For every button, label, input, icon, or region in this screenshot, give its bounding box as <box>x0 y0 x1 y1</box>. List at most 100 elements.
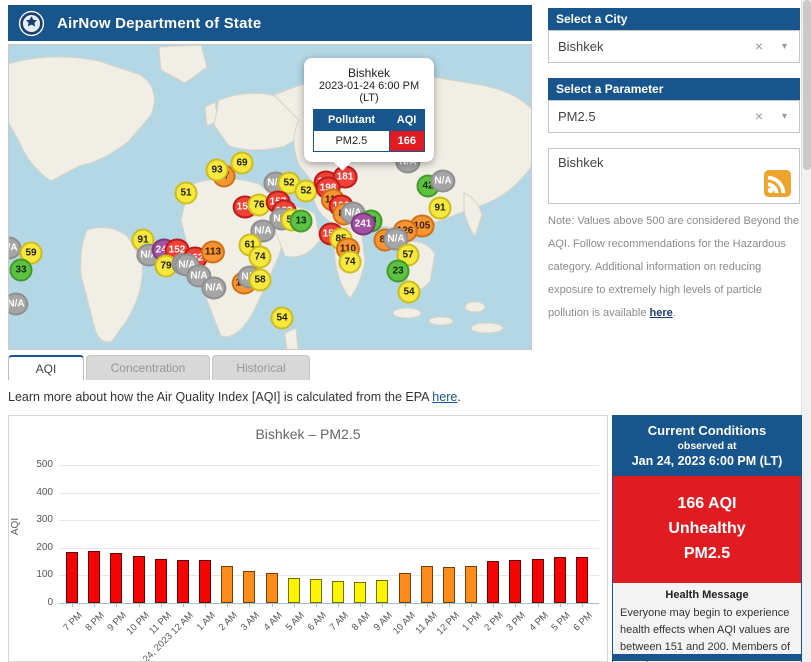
chart-bar-1-am <box>199 560 212 603</box>
chart-bar-4-am <box>265 572 278 603</box>
rss-icon[interactable] <box>764 170 791 197</box>
map-marker-51[interactable]: 51 <box>174 181 198 205</box>
map-marker-na[interactable]: N/A <box>201 276 227 300</box>
x-tick-label: 10 AM <box>390 610 418 637</box>
chart-bar-12-pm <box>442 567 455 603</box>
chart-bar-7-pm <box>66 552 78 603</box>
x-tick-mark <box>182 603 184 607</box>
x-tick-mark <box>293 603 295 607</box>
y-tick-label-200: 200 <box>36 541 53 553</box>
city-select-header: Select a City <box>548 8 800 30</box>
y-tick-label-400: 400 <box>36 486 53 498</box>
tab-concentration[interactable]: Concentration <box>86 355 210 380</box>
gridline-200 <box>59 547 599 549</box>
chart-y-axis-label: AQI <box>10 517 22 536</box>
parameter-select-header: Select a Parameter <box>548 78 800 100</box>
x-tick-label: 6 AM <box>305 610 329 634</box>
map-marker-91[interactable]: 91 <box>428 196 452 220</box>
popup-table: Pollutant AQI PM2.5 166 <box>313 109 426 152</box>
x-tick-mark <box>271 603 273 607</box>
x-tick-mark <box>559 603 561 607</box>
cc-aqi-pollutant: PM2.5 <box>683 544 731 562</box>
chart-bar-5-pm <box>553 557 566 603</box>
chart-bar-6-pm <box>575 557 588 603</box>
feed-box[interactable]: Bishkek <box>548 148 800 204</box>
feed-box-text: Bishkek <box>558 155 604 170</box>
map-marker-13[interactable]: 13 <box>289 209 313 233</box>
note-text-after: . <box>672 307 676 320</box>
chart-bar-9-pm <box>110 553 123 603</box>
map-marker-54[interactable]: 54 <box>397 280 421 304</box>
x-tick-mark <box>160 603 162 607</box>
parameter-caret-icon[interactable]: ▾ <box>782 101 787 132</box>
popup-pollutant-value: PM2.5 <box>313 130 390 152</box>
x-tick-mark <box>382 603 384 607</box>
x-tick-mark <box>249 603 251 607</box>
note-text-before: Note: Values above 500 are considered Be… <box>548 215 800 320</box>
map-marker-74[interactable]: 74 <box>248 245 272 269</box>
x-tick-mark <box>315 603 317 607</box>
y-tick-label-500: 500 <box>36 459 53 470</box>
x-tick-label: 8 AM <box>349 610 373 634</box>
x-tick-label: 1 AM <box>194 610 218 634</box>
parameter-clear-icon[interactable]: × <box>755 101 763 132</box>
chart-bar-2-am <box>221 566 234 603</box>
y-tick-label-0: 0 <box>47 597 53 608</box>
city-select-value: Bishkek <box>558 39 604 54</box>
page-scrollbar[interactable] <box>801 0 811 662</box>
gridline-0 <box>59 603 599 604</box>
cc-title: Current Conditions <box>647 423 767 438</box>
gridline-400 <box>59 492 599 494</box>
popup-city: Bishkek <box>347 66 391 80</box>
note-text: Note: Values above 500 are considered Be… <box>548 210 802 325</box>
x-tick-label: 5 PM <box>549 610 573 634</box>
x-tick-label: 6 PM <box>571 610 595 634</box>
chart-bar-4-pm <box>531 558 544 603</box>
x-tick-label: 1 PM <box>460 610 484 634</box>
tab-aqi[interactable]: AQI <box>8 355 84 380</box>
map-marker-23[interactable]: 23 <box>386 259 410 283</box>
x-tick-mark <box>360 603 362 607</box>
x-tick-label: 7 AM <box>327 610 351 634</box>
aqi-bar-chart: Bishkek – PM2.5 AQI 500 400 300 200 100 0 7 PM… <box>8 415 608 662</box>
cc-aqi-value: 166 AQI <box>677 495 737 512</box>
current-conditions-panel: Current Conditions observed at Jan 24, 2… <box>612 415 802 662</box>
chart-bar-11-pm <box>154 558 167 603</box>
city-select[interactable]: Bishkek × ▾ <box>548 30 800 63</box>
map-marker-54[interactable]: 54 <box>270 306 294 330</box>
map-marker-113[interactable]: 113 <box>200 240 226 264</box>
learn-more-before: Learn more about how the Air Quality Ind… <box>8 390 433 404</box>
map-marker-58[interactable]: 58 <box>248 268 272 292</box>
x-tick-mark <box>94 603 96 607</box>
map-marker-na[interactable]: N/A <box>430 169 456 193</box>
map-marker-33[interactable]: 33 <box>9 258 33 282</box>
chart-bar-2-pm <box>487 561 500 603</box>
map-marker-241[interactable]: 241 <box>350 212 376 236</box>
world-map[interactable]: N/A5933N/A5197936991N/A24315279N/A162N/A… <box>8 44 532 350</box>
x-tick-label: 12 PM <box>434 610 462 638</box>
cc-health-header: Health Message <box>665 589 749 602</box>
x-tick-mark <box>471 603 473 607</box>
tab-historical[interactable]: Historical <box>212 355 310 380</box>
parameter-select[interactable]: PM2.5 × ▾ <box>548 100 800 133</box>
x-tick-mark <box>581 603 583 607</box>
x-tick-mark <box>138 603 140 607</box>
learn-more-here-link[interactable]: here <box>432 390 457 404</box>
map-marker-74[interactable]: 74 <box>338 250 362 274</box>
city-caret-icon[interactable]: ▾ <box>782 31 787 62</box>
app-title: AirNow Department of State <box>57 14 262 32</box>
parameter-select-value: PM2.5 <box>558 109 596 124</box>
x-tick-label: 8 PM <box>83 610 107 634</box>
gridline-300 <box>59 520 599 522</box>
note-here-link[interactable]: here <box>650 307 673 319</box>
city-clear-icon[interactable]: × <box>755 31 763 62</box>
x-tick-mark <box>448 603 450 607</box>
x-tick-label: 11 AM <box>413 610 440 637</box>
map-marker-69[interactable]: 69 <box>230 151 254 175</box>
learn-more-text: Learn more about how the Air Quality Ind… <box>8 390 461 404</box>
map-marker-93[interactable]: 93 <box>205 158 229 182</box>
chart-bar-5-am <box>287 577 300 603</box>
scrollbar-thumb[interactable] <box>803 0 811 170</box>
cc-aqi-block: 166 AQI Unhealthy PM2.5 <box>613 476 801 584</box>
chart-bar-jan-24-2023-12-am <box>176 559 189 603</box>
